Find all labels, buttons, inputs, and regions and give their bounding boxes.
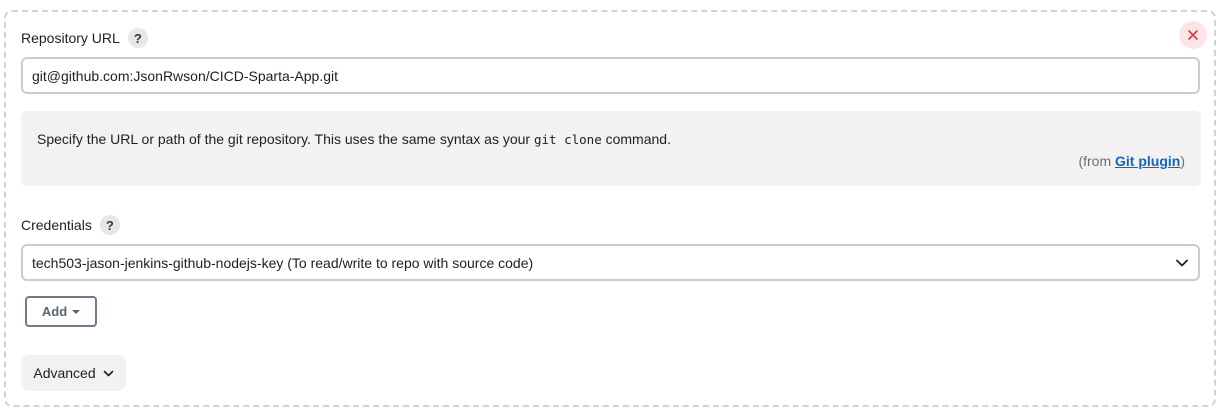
question-mark-icon: ? [105, 217, 114, 233]
repository-url-label: Repository URL [21, 30, 120, 46]
git-plugin-link[interactable]: Git plugin [1115, 153, 1180, 169]
credentials-label-row: Credentials ? [21, 215, 120, 235]
help-source: (from Git plugin) [1078, 153, 1185, 169]
from-suffix: ) [1180, 153, 1185, 169]
advanced-button-label: Advanced [33, 365, 96, 381]
chevron-down-icon [103, 370, 113, 376]
credentials-select[interactable]: tech503-jason-jenkins-github-nodejs-key … [21, 244, 1200, 281]
advanced-button[interactable]: Advanced [21, 355, 126, 391]
from-prefix: (from [1078, 153, 1115, 169]
close-icon [1188, 30, 1198, 40]
repository-url-label-row: Repository URL ? [21, 28, 148, 48]
repository-url-input[interactable] [21, 57, 1200, 94]
repository-url-help-box: Specify the URL or path of the git repos… [21, 111, 1201, 186]
help-text-after: command. [601, 131, 671, 147]
add-credentials-button[interactable]: Add [25, 296, 97, 327]
help-description: Specify the URL or path of the git repos… [37, 131, 671, 147]
chevron-down-icon [1176, 259, 1188, 266]
question-mark-icon: ? [133, 30, 142, 46]
repository-url-help-button[interactable]: ? [127, 28, 148, 48]
credentials-help-button[interactable]: ? [99, 215, 120, 235]
close-button[interactable] [1179, 21, 1207, 49]
add-button-label: Add [41, 304, 68, 319]
credentials-label: Credentials [21, 217, 92, 233]
help-code: git clone [533, 132, 602, 147]
help-text-before: Specify the URL or path of the git repos… [37, 131, 534, 147]
caret-down-icon [72, 309, 81, 314]
credentials-selected-value: tech503-jason-jenkins-github-nodejs-key … [32, 254, 534, 271]
